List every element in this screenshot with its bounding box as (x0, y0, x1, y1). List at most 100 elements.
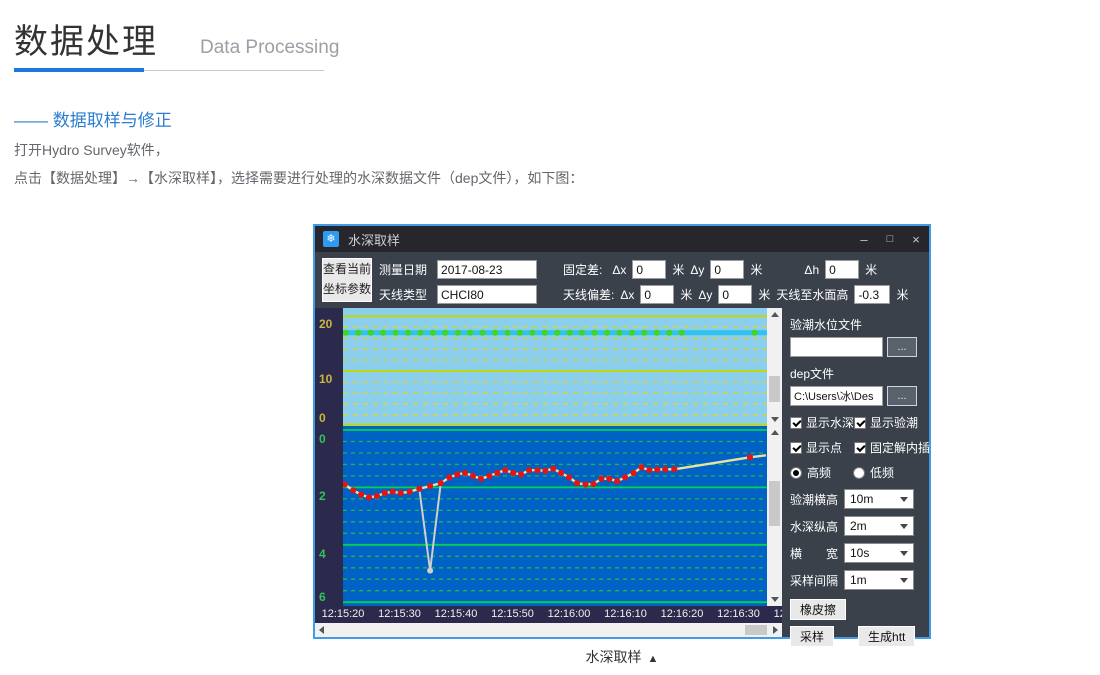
body-text-line1: 打开Hydro Survey软件， (14, 140, 169, 160)
fixed-diff-label: 固定差: (563, 261, 602, 278)
close-button[interactable]: × (903, 232, 929, 247)
section-toggle[interactable]: 水深取样 ▲ (313, 647, 931, 667)
minimize-button[interactable]: – (851, 232, 877, 247)
window-titlebar: ❄ 水深取样 – □ × (315, 226, 929, 252)
unit-label: 米 (750, 261, 762, 278)
select-value: 1m (850, 573, 867, 587)
app-icon: ❄ (323, 231, 339, 247)
x-tick-label: 12:15:30 (378, 608, 421, 620)
radio-icon (790, 467, 802, 479)
x-tick-label: 12:16:20 (661, 608, 704, 620)
radio-label: 高频 (807, 464, 831, 481)
chevron-down-icon (900, 551, 908, 556)
x-tick-label: 12:15:20 (322, 608, 365, 620)
measure-date-label: 测量日期 (379, 261, 427, 278)
checkbox-label: 显示水深 (806, 414, 854, 431)
maximize-button[interactable]: □ (877, 233, 903, 245)
water-height-input[interactable] (854, 285, 890, 304)
unit-label: 米 (758, 286, 770, 303)
dx-label: Δx (620, 288, 634, 302)
scrollbar-thumb[interactable] (745, 625, 767, 635)
scrollbar-thumb[interactable] (769, 481, 780, 526)
select-horizontal-width[interactable]: 10s (844, 543, 914, 563)
view-current-params-button[interactable]: 查看当前坐标参数 (322, 258, 372, 302)
select-tide-grid-height[interactable]: 10m (844, 489, 914, 509)
select-depth-grid-height[interactable]: 2m (844, 516, 914, 536)
window-title: 水深取样 (348, 230, 851, 249)
tide-file-input[interactable] (790, 337, 883, 357)
radio-icon (853, 467, 865, 479)
antenna-type-input[interactable] (437, 285, 537, 304)
page-title: 数据处理 (14, 14, 158, 63)
depth-vertical-scrollbar[interactable] (767, 426, 782, 606)
checkbox-show-points[interactable]: 显示点 (790, 439, 854, 456)
checkbox-icon (854, 442, 866, 454)
select-rows: 验潮横高10m水深纵高2m横 宽10s采样间隔1m (790, 489, 921, 590)
y-tick-label: 10 (319, 372, 332, 386)
depth-sampling-window: ❄ 水深取样 – □ × 查看当前坐标参数 测量日期 固定差: Δx 米 Δy … (313, 224, 931, 639)
checkbox-label: 显示点 (806, 439, 842, 456)
dep-file-label: dep文件 (790, 365, 921, 382)
radio-low-freq[interactable]: 低频 (853, 464, 894, 481)
checkbox-icon (854, 417, 866, 429)
checkbox-show-depth[interactable]: 显示水深 (790, 414, 854, 431)
antenna-type-label: 天线类型 (379, 286, 427, 303)
y-tick-label: 0 (319, 411, 326, 425)
scrollbar-thumb[interactable] (769, 376, 780, 402)
y-tick-label: 20 (319, 317, 332, 331)
collapse-arrow-icon: ▲ (648, 653, 659, 665)
fixed-dx-input[interactable] (632, 260, 666, 279)
checkbox-fixed-solution-interp[interactable]: 固定解内插 (854, 439, 930, 456)
tide-file-browse-button[interactable]: ... (887, 337, 917, 357)
generate-htt-button[interactable]: 生成htt (858, 626, 915, 647)
scroll-down-icon[interactable] (767, 593, 782, 606)
dx-label: Δx (612, 263, 626, 277)
scroll-up-icon[interactable] (767, 426, 782, 439)
select-value: 10m (850, 492, 873, 506)
select-row: 横 宽10s (790, 543, 921, 563)
checkbox-label: 显示验潮 (870, 414, 918, 431)
eraser-button[interactable]: 橡皮擦 (790, 599, 846, 620)
tide-file-row: ... (790, 337, 921, 357)
fixed-dy-input[interactable] (710, 260, 744, 279)
antenna-offset-label: 天线偏差: (563, 286, 614, 303)
y-tick-label: 2 (319, 489, 326, 503)
page-header: 数据处理Data Processing (14, 14, 339, 63)
settings-panel: 验潮水位文件 ... dep文件 ... 显示水深显示验潮显示点固定解内插 高频… (782, 308, 929, 637)
section-heading: —— 数据取样与修正 (14, 106, 172, 131)
radio-label: 低频 (870, 464, 894, 481)
frequency-options: 高频 低频 (790, 464, 921, 481)
antenna-dy-input[interactable] (718, 285, 752, 304)
water-height-label: 天线至水面高 (776, 286, 848, 303)
sample-button[interactable]: 采样 (790, 626, 834, 647)
fixed-dh-input[interactable] (825, 260, 859, 279)
chevron-down-icon (900, 524, 908, 529)
action-buttons: 采样 生成htt (790, 626, 921, 647)
dep-file-browse-button[interactable]: ... (887, 386, 917, 406)
header-divider-accent (14, 68, 144, 72)
depth-y-axis: 0246 (315, 426, 343, 606)
checkbox-show-tide[interactable]: 显示验潮 (854, 414, 930, 431)
scroll-down-icon[interactable] (767, 413, 782, 426)
depth-chart[interactable] (343, 426, 767, 606)
select-row: 水深纵高2m (790, 516, 921, 536)
dep-file-input[interactable] (790, 386, 883, 406)
checkbox-icon (790, 417, 802, 429)
antenna-dx-input[interactable] (640, 285, 674, 304)
scroll-up-icon[interactable] (767, 308, 782, 321)
select-label: 验潮横高 (790, 491, 844, 508)
radio-high-freq[interactable]: 高频 (790, 464, 831, 481)
tide-file-label: 验潮水位文件 (790, 316, 921, 333)
caption-text: 水深取样 (586, 649, 642, 665)
header-divider (14, 70, 324, 71)
measure-date-input[interactable] (437, 260, 537, 279)
tide-vertical-scrollbar[interactable] (767, 308, 782, 426)
select-sample-interval[interactable]: 1m (844, 570, 914, 590)
dy-label: Δy (690, 263, 704, 277)
horizontal-scrollbar[interactable] (315, 623, 782, 637)
chevron-down-icon (900, 578, 908, 583)
scroll-left-icon[interactable] (315, 623, 328, 637)
select-label: 横 宽 (790, 545, 844, 562)
tide-chart[interactable] (343, 308, 767, 426)
scroll-right-icon[interactable] (769, 623, 782, 637)
